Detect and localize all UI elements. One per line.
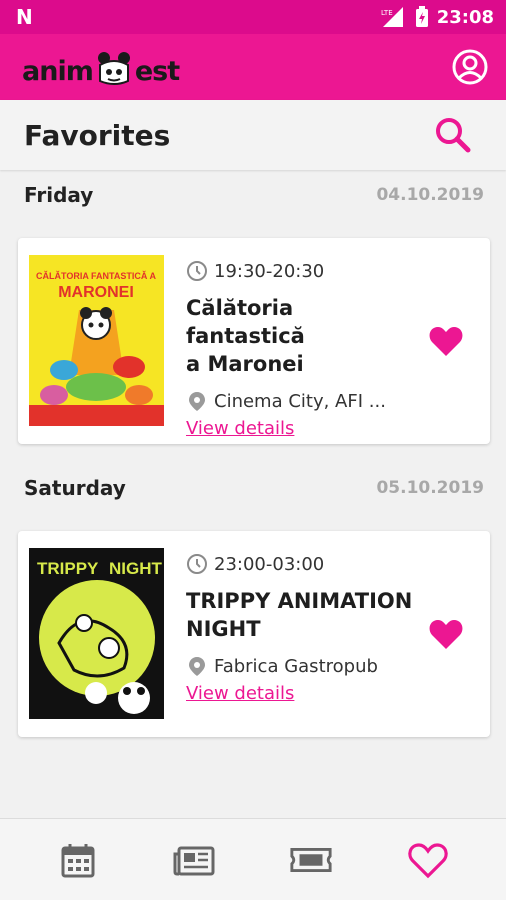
clock-icon [187,261,207,281]
ticket-icon [290,847,332,872]
battery-charging-icon [415,6,428,27]
svg-text:NIGHT: NIGHT [109,559,163,578]
search-icon[interactable] [434,116,472,154]
svg-text:LTE: LTE [381,9,393,17]
nav-news[interactable] [173,838,217,882]
view-details-link[interactable]: View details [186,418,294,439]
event-location: Cinema City, AFI ... [214,390,386,412]
event-location-row: Fabrica Gastropub [186,655,416,677]
calendar-icon [61,843,95,877]
event-title[interactable]: TRIPPY ANIMATION NIGHT [186,587,416,643]
day-label: Saturday [24,476,126,500]
mascot-logo-icon [97,52,130,85]
event-time-row: 19:30-20:30 [186,260,416,282]
event-card[interactable]: CĂLĂTORIA FANTASTICĂ A MARONEI 19:30-20:… [18,238,490,444]
nav-favorites[interactable] [406,838,450,882]
favorite-heart-icon[interactable] [428,617,464,651]
day-date: 05.10.2019 [376,478,484,498]
page-title: Favorites [24,118,171,152]
location-pin-icon [189,657,205,676]
day-header: Saturday 05.10.2019 [24,473,484,503]
nav-tickets[interactable] [289,838,333,882]
event-location: Fabrica Gastropub [214,655,378,677]
event-card[interactable]: TRIPPY NIGHT 23:00-03:00 TRIPPY ANIMATIO… [18,531,490,737]
notification-n-icon: N [16,5,33,29]
clock: 23:08 [436,6,494,28]
event-time-row: 23:00-03:00 [186,553,416,575]
animest-logo[interactable]: anim est [22,47,180,87]
event-time: 19:30-20:30 [214,260,325,282]
event-info: 19:30-20:30 Călătoria fantastică a Maron… [186,260,416,440]
event-title[interactable]: Călătoria fantastică a Maronei [186,294,416,378]
day-label: Friday [24,183,94,207]
view-details-link[interactable]: View details [186,683,294,704]
status-bar: N LTE 23:08 [0,0,506,34]
favorite-heart-icon[interactable] [428,324,464,358]
app-bar: anim est [0,34,506,100]
day-header: Friday 04.10.2019 [24,180,484,210]
svg-text:TRIPPY: TRIPPY [37,559,99,578]
news-icon [173,846,215,875]
clock-icon [187,554,207,574]
bottom-navigation [0,818,506,900]
location-pin-icon [189,392,205,411]
day-date: 04.10.2019 [376,185,484,205]
nav-schedule[interactable] [56,838,100,882]
account-icon[interactable] [450,47,490,87]
event-poster[interactable]: TRIPPY NIGHT [29,548,164,719]
event-time: 23:00-03:00 [214,553,325,575]
svg-text:MARONEI: MARONEI [58,284,134,301]
event-location-row: Cinema City, AFI ... [186,390,416,412]
event-info: 23:00-03:00 TRIPPY ANIMATION NIGHT Fabri… [186,553,416,705]
event-poster[interactable]: CĂLĂTORIA FANTASTICĂ A MARONEI [29,255,164,426]
page-header: Favorites [0,100,506,170]
heart-icon [408,842,448,878]
signal-lte-icon: LTE [381,7,403,27]
svg-text:CĂLĂTORIA FANTASTICĂ A: CĂLĂTORIA FANTASTICĂ A [36,271,156,281]
